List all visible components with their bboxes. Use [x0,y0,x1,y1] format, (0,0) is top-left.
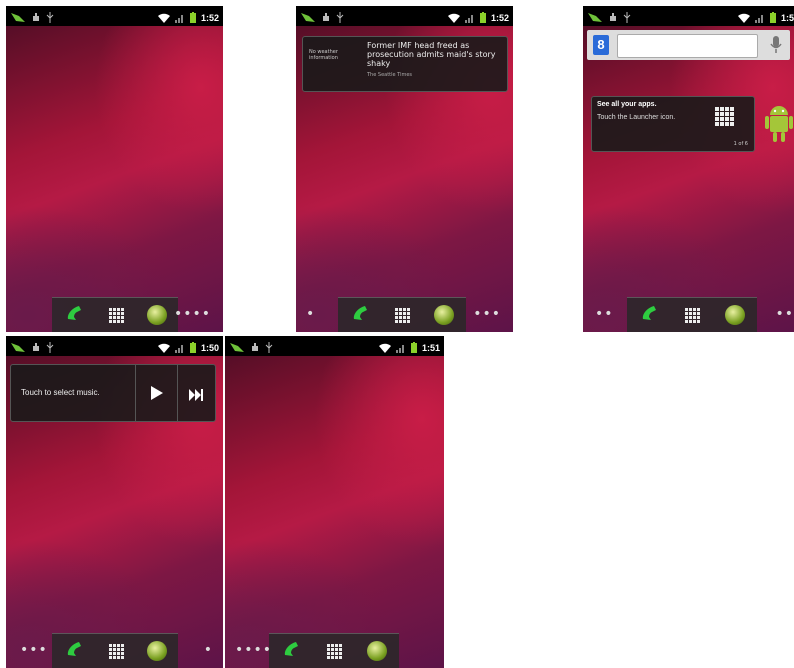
dock-bar [269,633,399,668]
home-screen-1: 1:52 •••• [6,6,223,332]
status-bar[interactable]: 1:5 [583,6,794,26]
browser-globe-icon[interactable] [146,641,167,661]
phone-icon[interactable] [64,638,86,664]
phone-icon[interactable] [639,302,661,328]
status-bar[interactable]: 1:51 [225,336,444,356]
battery-icon [769,8,776,27]
notification-app-icon [10,338,26,357]
notification-app-icon [229,338,245,357]
launcher-grid-icon[interactable] [108,307,124,323]
usb-debugging-icon [609,8,617,27]
wifi-icon [737,8,750,27]
play-icon[interactable] [151,385,163,404]
notification-app-icon [10,8,26,27]
page-indicator-left[interactable]: •• [595,306,614,322]
clock-time: 1:51 [421,342,440,353]
phone-icon[interactable] [281,638,303,664]
launcher-grid-icon[interactable] [685,307,701,323]
dock-bar [52,297,178,332]
google-logo-icon[interactable]: 8 [593,35,609,55]
launcher-grid-icon[interactable] [327,643,343,659]
tip-title: See all your apps. [597,101,657,108]
dock-bar [338,297,466,332]
wifi-icon [378,338,391,357]
music-select-label[interactable]: Touch to select music. [21,388,100,397]
clock-time: 1:52 [200,12,219,23]
divider [135,365,136,421]
usb-debugging-icon [251,338,259,357]
notification-app-icon [587,8,603,27]
home-screen-2: 1:52 No weather information Former IMF h… [296,6,513,332]
android-robot-icon [765,102,793,150]
signal-icon [174,8,185,27]
usb-icon [265,338,273,357]
phone-icon[interactable] [64,302,86,328]
page-indicator-right[interactable]: ••• [473,306,501,322]
clock-time: 1:5 [780,12,794,23]
next-track-icon[interactable] [189,386,203,405]
music-widget[interactable]: Touch to select music. [10,364,216,422]
launcher-grid-icon[interactable] [395,307,411,323]
status-bar[interactable]: 1:50 [6,336,223,356]
signal-icon [395,338,406,357]
news-weather-widget[interactable]: No weather information Former IMF head f… [302,36,508,92]
usb-debugging-icon [32,338,40,357]
page-indicator-right[interactable]: •••• [174,306,211,322]
news-source: The Seattle Times [367,72,413,78]
notification-app-icon [300,8,316,27]
page-indicator-left[interactable]: •••• [235,642,272,658]
signal-icon [754,8,765,27]
home-screen-3: 1:5 8 See all your apps. Touch the Launc… [583,6,794,332]
wifi-icon [157,338,170,357]
browser-globe-icon[interactable] [146,305,167,325]
google-search-widget[interactable]: 8 [587,30,790,60]
clock-time: 1:50 [200,342,219,353]
wifi-icon [157,8,170,27]
clock-time: 1:52 [490,12,509,23]
divider [177,365,178,421]
weather-status: No weather information [309,49,338,61]
battery-icon [410,338,417,357]
battery-icon [189,8,196,27]
usb-icon [336,8,344,27]
launcher-tip-widget[interactable]: See all your apps. Touch the Launcher ic… [591,96,755,152]
news-headline[interactable]: Former IMF head freed as prosecution adm… [367,41,507,68]
status-bar[interactable]: 1:52 [296,6,513,26]
launcher-grid-icon[interactable] [108,643,124,659]
search-input[interactable] [617,34,758,58]
status-bar[interactable]: 1:52 [6,6,223,26]
dock-bar [52,633,178,668]
tip-body: Touch the Launcher icon. [597,114,676,121]
usb-debugging-icon [322,8,330,27]
usb-debugging-icon [32,8,40,27]
signal-icon [174,338,185,357]
browser-globe-icon[interactable] [366,641,387,661]
usb-icon [46,338,54,357]
wifi-icon [447,8,460,27]
launcher-grid-icon [715,107,734,126]
page-indicator-right[interactable]: • [204,642,213,658]
page-indicator-left[interactable]: ••• [20,642,48,658]
tip-page-counter: 1 of 6 [733,141,748,147]
battery-icon [479,8,486,27]
battery-icon [189,338,196,357]
home-screen-5: 1:51 •••• [225,336,444,668]
usb-icon [46,8,54,27]
browser-globe-icon[interactable] [434,305,455,325]
usb-icon [623,8,631,27]
dock-bar [627,297,757,332]
phone-icon[interactable] [350,302,372,328]
page-indicator-right[interactable]: •• [775,306,794,322]
signal-icon [464,8,475,27]
page-indicator-left[interactable]: • [306,306,315,322]
microphone-icon[interactable] [770,36,782,58]
home-screen-4: 1:50 Touch to select music. ••• • [6,336,223,668]
browser-globe-icon[interactable] [724,305,745,325]
